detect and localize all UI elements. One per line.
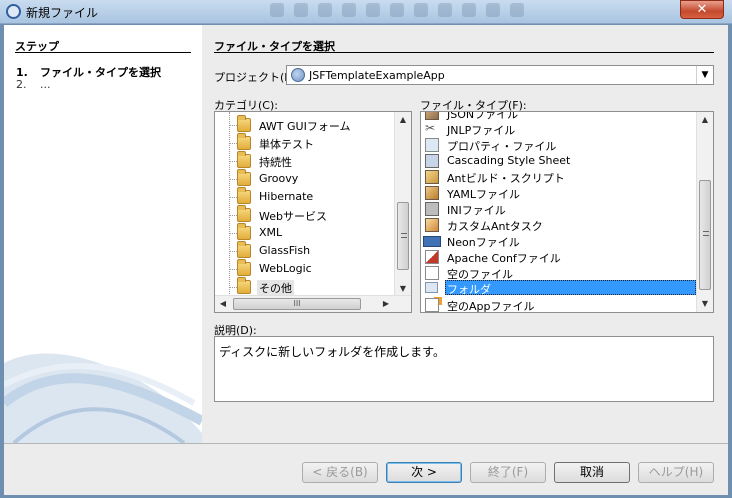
tree-item-label: 単体テスト [259,138,314,151]
tree-item[interactable]: XML [215,223,393,242]
folder-icon [237,277,251,294]
folder-icon [237,259,251,276]
step-item-2: 2.... [16,78,51,91]
tree-item-label: 持続性 [259,156,292,169]
tree-item[interactable]: WebLogic [215,259,393,278]
dialog-body: ステップ 1. ファイル・タイプを選択 2.... ファイル・タイプを選択 プロジ… [4,25,728,495]
tree-item[interactable]: AWT GUIフォーム [215,115,393,134]
folder-icon [425,282,438,293]
project-select[interactable]: JSFTemplateExampleApp ▼ [286,65,714,85]
scroll-thumb[interactable] [397,202,409,270]
help-button[interactable]: ヘルプ(H) [638,462,714,483]
step-label: ファイル・タイプを選択 [40,66,161,79]
ant-script-icon [425,170,439,184]
tree-item-label: Webサービス [259,210,327,223]
footer-divider [4,443,728,444]
decorative-swoosh [4,353,202,443]
next-button[interactable]: 次 > [386,462,462,483]
tree-item-label: WebLogic [259,262,312,275]
properties-file-icon [425,138,439,152]
scroll-thumb[interactable] [699,180,711,290]
tree-item-label: GlassFish [259,244,311,257]
tree-item[interactable]: 持続性 [215,151,393,170]
scroll-thumb[interactable]: III [233,298,361,310]
tree-item[interactable]: Webサービス [215,205,393,224]
folder-icon [237,151,251,168]
finish-button[interactable]: 終了(F) [470,462,546,483]
scroll-down-icon[interactable]: ▼ [697,296,713,312]
css-file-icon [425,154,439,168]
project-select-value: JSFTemplateExampleApp [309,69,445,82]
window-title: 新規ファイル [26,6,99,20]
ini-file-icon [425,202,439,216]
ant-task-icon [425,218,439,232]
apache-conf-icon [425,250,439,264]
jnlp-file-icon: ✂ [425,121,436,135]
title-bar: 新規ファイル ✕ [0,0,732,24]
file-types-list[interactable]: JSONファイル ✂ JNLPファイル プロパティ・ファイル Cascading… [420,111,714,313]
folder-icon [237,223,251,240]
list-item-selected[interactable]: フォルダ [445,280,696,296]
category-hscroll[interactable]: ◀ III ▶ [215,295,411,312]
cancel-button[interactable]: 取消 [554,462,630,483]
tree-item[interactable]: Groovy [215,169,393,188]
scroll-up-icon[interactable]: ▲ [395,112,411,128]
globe-icon [291,68,305,82]
empty-app-file-icon [425,298,439,312]
tree-item-label: Hibernate [259,190,314,203]
tree-item-label: その他 [257,280,294,296]
scroll-right-icon[interactable]: ▶ [378,296,394,312]
empty-file-icon [425,266,439,280]
folder-icon [237,169,251,186]
json-file-icon [425,112,439,120]
app-icon [6,4,21,19]
folder-icon [237,241,251,258]
content-panel: ファイル・タイプを選択 プロジェクト(P): JSFTemplateExampl… [206,25,728,443]
close-button[interactable]: ✕ [680,0,724,19]
heading-divider [214,52,714,53]
folder-icon [237,133,251,150]
tree-item[interactable]: 単体テスト [215,133,393,152]
background-toolbar-blur [270,3,590,21]
back-button[interactable]: < 戻る(B) [302,462,378,483]
step-label: ... [40,78,51,91]
tree-item[interactable]: GlassFish [215,241,393,260]
scroll-up-icon[interactable]: ▲ [697,112,713,128]
steps-divider [15,52,191,53]
steps-panel: ステップ 1. ファイル・タイプを選択 2.... [4,25,202,443]
tree-item-label: AWT GUIフォーム [259,120,351,133]
description-box: ディスクに新しいフォルダを作成します。 [214,336,714,402]
category-tree[interactable]: AWT GUIフォーム 単体テスト 持続性 Groovy Hibernate W… [214,111,412,313]
neon-file-icon [423,236,441,247]
tree-item-selected[interactable]: その他 [215,277,393,296]
list-item[interactable]: 空のAppファイル [421,296,697,312]
tree-item-label: XML [259,226,283,239]
chevron-down-icon[interactable]: ▼ [696,66,713,84]
folder-icon [237,187,251,204]
tree-item-label: Groovy [259,172,299,185]
step-number: 2. [16,78,27,91]
folder-icon [237,115,251,132]
folder-icon [237,205,251,222]
yaml-file-icon [425,186,439,200]
file-types-vscroll[interactable]: ▲ ▼ [696,112,713,312]
scroll-left-icon[interactable]: ◀ [215,296,231,312]
category-vscroll[interactable]: ▲ ▼ [394,112,411,297]
tree-item[interactable]: Hibernate [215,187,393,206]
